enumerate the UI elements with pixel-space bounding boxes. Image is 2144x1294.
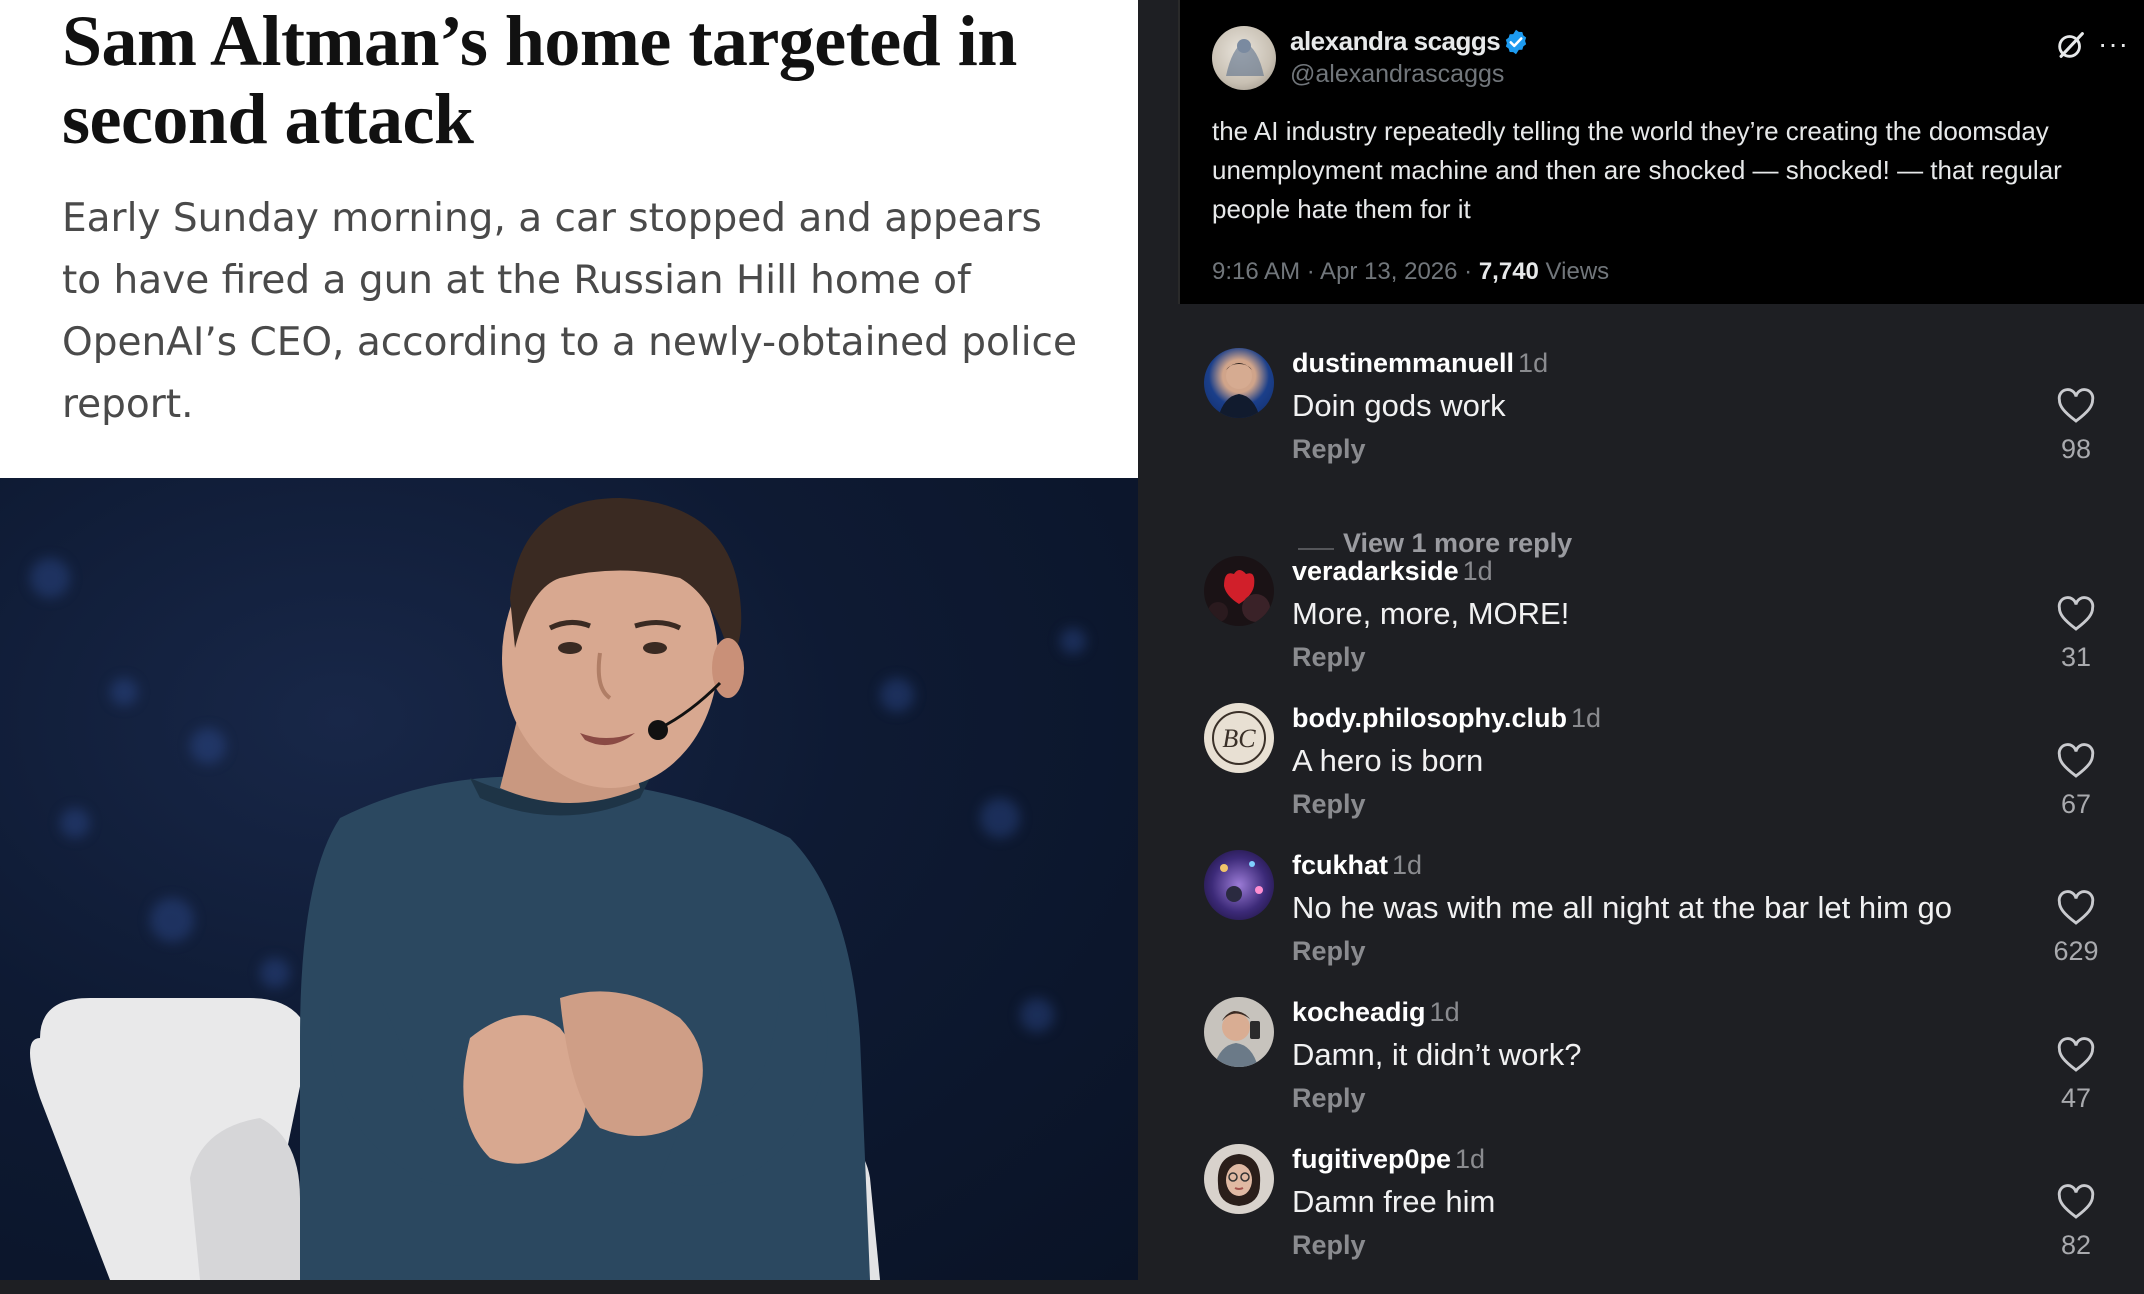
tweet-timestamp[interactable]: 9:16 AM · Apr 13, 2026 · [1212,258,1479,285]
grok-icon[interactable] [2054,28,2088,62]
comment-text: No he was with me all night at the bar l… [1292,890,1952,925]
tweet-meta: 9:16 AM · Apr 13, 2026 · 7,740 Views [1212,258,1609,286]
commenter-username[interactable]: veradarkside 1d [1292,556,1493,587]
tweet-text: the AI industry repeatedly telling the w… [1212,116,2062,224]
commenter-username[interactable]: fugitivep0pe 1d [1292,1144,1485,1175]
comment-item: kocheadig 1d Damn, it didn’t work? Reply … [1138,997,2144,1147]
like-count: 629 [2053,936,2099,966]
commenter-avatar[interactable] [1204,348,1274,418]
comment-text: More, more, MORE! [1292,596,1570,631]
reply-button[interactable]: Reply [1292,789,1366,820]
more-options-icon[interactable]: ··· [2098,30,2129,58]
like-count: 98 [2060,434,2092,464]
heart-icon[interactable] [2057,890,2095,926]
comment-item: fugitivep0pe 1d Damn free him Reply 82 [1138,1144,2144,1294]
heart-icon[interactable] [2057,743,2095,779]
reply-button[interactable]: Reply [1292,642,1366,673]
tweet-card[interactable]: alexandra scaggs @alexandrascaggs ··· th… [1178,0,2144,304]
tweet-author-handle[interactable]: @alexandrascaggs [1290,60,1504,89]
comment-time: 1d [1462,556,1493,586]
comment-item: BC body.philosophy.club 1d A hero is born… [1138,703,2144,853]
commenter-avatar[interactable] [1204,850,1274,920]
reply-button[interactable]: Reply [1292,936,1366,967]
like-count: 47 [2060,1083,2092,1113]
like-count: 82 [2060,1230,2092,1260]
article-photo [0,478,1138,1280]
verified-badge-icon [1505,29,1527,55]
commenter-avatar[interactable]: BC [1204,703,1274,773]
tweet-views-label: Views [1538,258,1610,285]
comment-time: 1d [1518,348,1549,378]
commenter-avatar[interactable] [1204,556,1274,626]
heart-icon[interactable] [2057,1184,2095,1220]
comments-panel: dustinemmanuell 1d Doin gods work Reply 9… [1138,304,2144,1280]
like-count: 67 [2060,789,2092,819]
tweet-author-avatar[interactable] [1212,26,1276,90]
comment-time: 1d [1455,1144,1486,1174]
commenter-username[interactable]: fcukhat 1d [1292,850,1422,881]
article-dek: Early Sunday morning, a car stopped and … [62,196,1077,427]
view-more-divider [1298,548,1334,550]
comment-text: Doin gods work [1292,388,1506,423]
tweet-views-count: 7,740 [1478,258,1539,285]
commenter-username[interactable]: kocheadig 1d [1292,997,1460,1028]
reply-button[interactable]: Reply [1292,1230,1366,1261]
comment-item: dustinemmanuell 1d Doin gods work Reply 9… [1138,348,2144,558]
tweet-author-name[interactable]: alexandra scaggs [1290,26,1501,57]
commenter-avatar[interactable] [1204,997,1274,1067]
comment-text: Damn free him [1292,1184,1496,1219]
avatar-monogram: BC [1222,724,1256,753]
view-more-replies-button[interactable]: View 1 more reply [1343,528,1572,559]
commenter-username[interactable]: body.philosophy.club 1d [1292,703,1601,734]
commenter-avatar[interactable] [1204,1144,1274,1214]
comment-text: Damn, it didn’t work? [1292,1037,1582,1072]
reply-button[interactable]: Reply [1292,1083,1366,1114]
comment-text: A hero is born [1292,743,1484,778]
comment-item: veradarkside 1d More, more, MORE! Reply 3… [1138,556,2144,706]
comment-time: 1d [1570,703,1602,733]
heart-icon[interactable] [2057,1037,2095,1073]
reply-button[interactable]: Reply [1292,434,1366,465]
article-headline[interactable]: Sam Altman’s home targeted in second att… [62,2,1132,158]
heart-icon[interactable] [2057,388,2095,424]
like-count: 31 [2060,642,2092,672]
news-article: Sam Altman’s home targeted in second att… [0,0,1138,478]
comment-time: 1d [1392,850,1423,880]
commenter-username[interactable]: dustinemmanuell 1d [1292,348,1548,379]
heart-icon[interactable] [2057,596,2095,632]
person-illustration [30,498,880,1280]
comment-time: 1d [1429,997,1460,1027]
comment-item: fcukhat 1d No he was with me all night at… [1138,850,2144,1000]
